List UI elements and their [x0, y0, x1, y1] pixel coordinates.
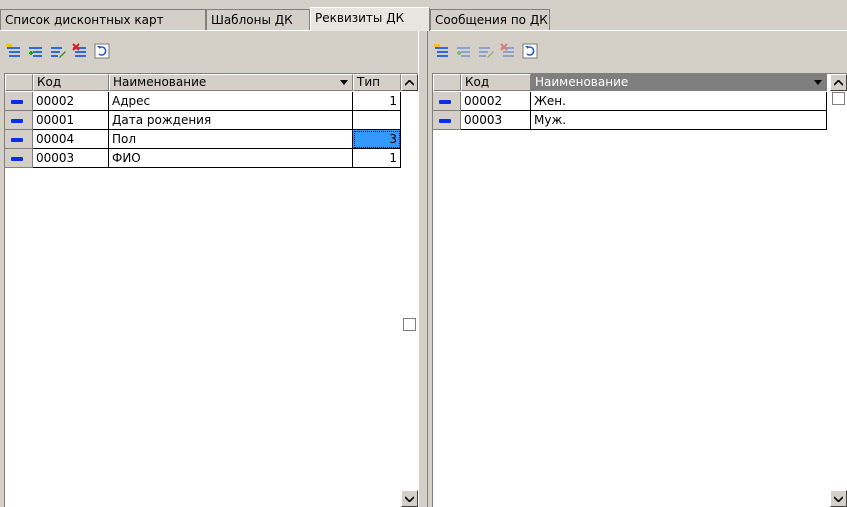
- cell-code[interactable]: 00004: [33, 130, 109, 149]
- refresh-icon[interactable]: [92, 41, 112, 61]
- values-grid: Код Наименование 00002 Жен. 00003 Муж.: [432, 73, 847, 507]
- cell-name[interactable]: Муж.: [531, 111, 827, 130]
- cell-type-focused[interactable]: 3: [353, 130, 401, 149]
- column-header-name[interactable]: Наименование: [109, 74, 353, 91]
- scroll-thumb[interactable]: [832, 92, 845, 105]
- scroll-thumb[interactable]: [403, 318, 416, 331]
- sort-dropdown-icon[interactable]: [814, 80, 822, 85]
- row-marker-icon: [11, 100, 23, 104]
- values-header: Код Наименование: [433, 74, 827, 91]
- values-toolbar: [428, 31, 847, 71]
- row-indicator: [5, 111, 33, 130]
- row-indicator: [433, 92, 461, 111]
- cell-type[interactable]: 1: [353, 92, 401, 111]
- indicator-header: [5, 74, 33, 91]
- cell-name[interactable]: ФИО: [109, 149, 353, 168]
- panel-splitter[interactable]: [418, 31, 428, 507]
- tab-templates[interactable]: Шаблоны ДК: [206, 9, 310, 30]
- sort-dropdown-icon[interactable]: [340, 80, 348, 85]
- values-panel: Код Наименование 00002 Жен. 00003 Муж.: [428, 31, 847, 507]
- scroll-up-button[interactable]: [830, 74, 847, 91]
- row-marker-icon: [439, 100, 451, 104]
- row-indicator: [5, 149, 33, 168]
- cell-code[interactable]: 00003: [33, 149, 109, 168]
- column-header-code[interactable]: Код: [33, 74, 109, 91]
- table-row[interactable]: 00001 Дата рождения: [5, 111, 401, 130]
- delete-icon[interactable]: [70, 41, 90, 61]
- cell-name[interactable]: Пол: [109, 130, 353, 149]
- tab-discount-cards[interactable]: Список дисконтных карт: [0, 9, 206, 30]
- cell-code[interactable]: 00003: [461, 111, 531, 130]
- cell-code[interactable]: 00001: [33, 111, 109, 130]
- add-row-icon[interactable]: [4, 41, 24, 61]
- row-indicator: [433, 111, 461, 130]
- row-marker-icon: [439, 119, 451, 123]
- chevron-down-icon: [834, 495, 843, 502]
- column-header-name-label: Наименование: [535, 75, 629, 89]
- requisites-panel: Код Наименование Тип 00002 Адрес 1 00001: [0, 31, 418, 507]
- row-marker-icon: [11, 157, 23, 161]
- cell-code[interactable]: 00002: [33, 92, 109, 111]
- table-row[interactable]: 00002 Адрес 1: [5, 92, 401, 111]
- table-row[interactable]: 00003 ФИО 1: [5, 149, 401, 168]
- requisites-grid: Код Наименование Тип 00002 Адрес 1 00001: [4, 73, 418, 507]
- scroll-down-button[interactable]: [830, 490, 847, 507]
- cell-code[interactable]: 00002: [461, 92, 531, 111]
- cell-type[interactable]: [353, 111, 401, 130]
- cell-name[interactable]: Жен.: [531, 92, 827, 111]
- column-header-type[interactable]: Тип: [353, 74, 401, 91]
- requisites-rows: 00002 Адрес 1 00001 Дата рождения 00004 …: [5, 92, 401, 168]
- column-header-name-label: Наименование: [113, 75, 207, 89]
- discount-card-window: Список дисконтных карт Шаблоны ДК Реквиз…: [0, 0, 847, 507]
- requisites-header: Код Наименование Тип: [5, 74, 401, 91]
- scroll-up-button[interactable]: [401, 74, 418, 91]
- cell-type[interactable]: 1: [353, 149, 401, 168]
- values-scrollbar[interactable]: [830, 74, 847, 507]
- refresh-icon[interactable]: [520, 41, 540, 61]
- column-header-code[interactable]: Код: [461, 74, 531, 91]
- row-indicator: [5, 130, 33, 149]
- tab-requisites[interactable]: Реквизиты ДК: [310, 7, 430, 31]
- row-marker-icon: [11, 138, 23, 142]
- chevron-down-icon: [405, 495, 414, 502]
- row-marker-icon: [11, 119, 23, 123]
- tab-messages[interactable]: Сообщения по ДК: [430, 9, 550, 30]
- row-indicator: [5, 92, 33, 111]
- requisites-scrollbar[interactable]: [401, 74, 418, 507]
- add-child-icon[interactable]: [454, 41, 474, 61]
- scroll-down-button[interactable]: [401, 490, 418, 507]
- chevron-up-icon: [834, 79, 843, 86]
- tab-bar: Список дисконтных карт Шаблоны ДК Реквиз…: [0, 0, 847, 31]
- cell-name[interactable]: Дата рождения: [109, 111, 353, 130]
- values-rows: 00002 Жен. 00003 Муж.: [433, 92, 827, 130]
- add-child-icon[interactable]: [26, 41, 46, 61]
- table-row[interactable]: 00004 Пол 3: [5, 130, 401, 149]
- requisites-toolbar: [0, 31, 418, 71]
- delete-icon[interactable]: [498, 41, 518, 61]
- table-row[interactable]: 00002 Жен.: [433, 92, 827, 111]
- add-row-icon[interactable]: [432, 41, 452, 61]
- cell-name[interactable]: Адрес: [109, 92, 353, 111]
- edit-icon[interactable]: [48, 41, 68, 61]
- chevron-up-icon: [405, 79, 414, 86]
- column-header-name[interactable]: Наименование: [531, 74, 827, 91]
- edit-icon[interactable]: [476, 41, 496, 61]
- table-row[interactable]: 00003 Муж.: [433, 111, 827, 130]
- indicator-header: [433, 74, 461, 91]
